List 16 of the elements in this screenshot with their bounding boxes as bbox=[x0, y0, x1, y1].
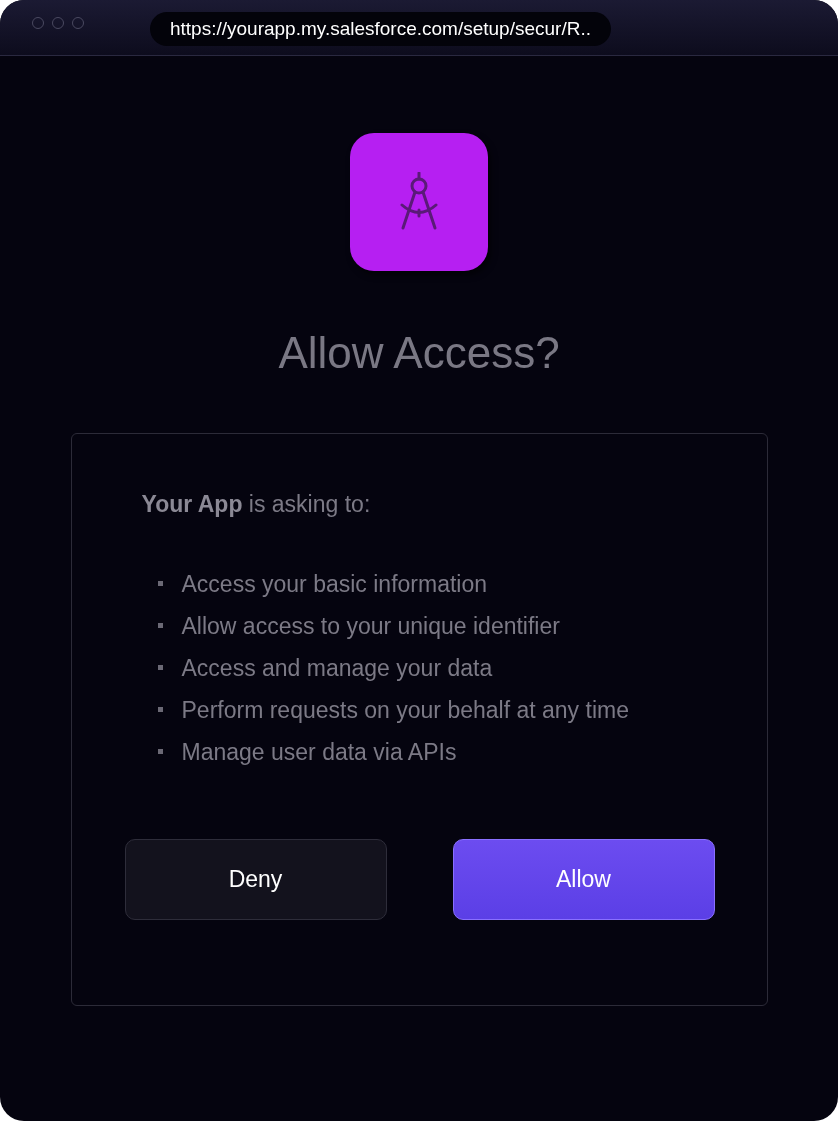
intro-text: Your App is asking to: bbox=[141, 490, 372, 519]
bullet-icon bbox=[157, 665, 163, 670]
compass-icon bbox=[400, 172, 438, 232]
bullet-icon bbox=[157, 581, 163, 586]
dialog-title: Allow Access? bbox=[278, 327, 560, 379]
bullet-icon bbox=[157, 707, 163, 712]
permission-text: Manage user data via APIs bbox=[181, 738, 457, 767]
bullet-icon bbox=[157, 623, 163, 628]
permission-text: Access and manage your data bbox=[181, 654, 493, 683]
allow-button[interactable]: Allow bbox=[452, 839, 715, 920]
bullet-icon bbox=[157, 749, 163, 754]
deny-button[interactable]: Deny bbox=[124, 839, 387, 920]
permission-text: Perform requests on your behalf at any time bbox=[181, 696, 629, 725]
permission-text: Access your basic information bbox=[181, 570, 487, 599]
permission-text: Allow access to your unique identifier bbox=[181, 612, 560, 641]
address-bar[interactable]: https://yourapp.my.salesforce.com/setup/secur/R.. bbox=[150, 12, 611, 46]
